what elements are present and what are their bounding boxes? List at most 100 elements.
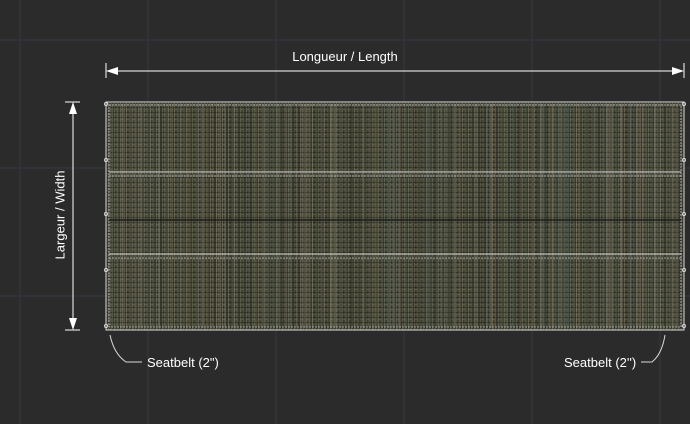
- fiber-streak: [476, 104, 478, 328]
- fiber-streak: [226, 104, 228, 328]
- fiber-streak: [138, 104, 140, 328]
- fiber-streak: [474, 104, 476, 328]
- seatbelt-leader-left: [109, 334, 142, 363]
- fiber-streak: [450, 104, 452, 328]
- fiber-streak: [584, 104, 585, 328]
- fiber-streak: [516, 104, 517, 328]
- fiber-streak: [526, 104, 527, 328]
- fiber-streak: [396, 104, 397, 328]
- fiber-streak: [164, 104, 165, 328]
- fiber-streak: [134, 104, 136, 328]
- fiber-streak: [464, 104, 465, 328]
- fiber-streak: [128, 104, 130, 328]
- fiber-streak: [308, 104, 310, 328]
- fiber-streak: [206, 104, 207, 328]
- fiber-streak: [172, 104, 173, 328]
- width-label: Largeur / Width: [52, 170, 68, 260]
- fiber-streak: [624, 104, 625, 328]
- fiber-streak: [544, 104, 545, 328]
- fiber-streak: [538, 104, 540, 328]
- fiber-streak: [174, 104, 175, 328]
- fiber-streak: [530, 104, 532, 328]
- fiber-streak: [430, 104, 432, 328]
- fiber-streak: [390, 104, 391, 328]
- fiber-streak: [170, 104, 171, 328]
- fiber-streak: [658, 104, 660, 328]
- fiber-streak: [184, 104, 185, 328]
- fiber-streak: [656, 104, 658, 328]
- fiber-streak: [192, 104, 193, 328]
- fiber-streak: [648, 104, 649, 328]
- fiber-streak: [366, 104, 367, 328]
- fiber-streak: [298, 104, 300, 328]
- fiber-streak: [600, 104, 601, 328]
- fiber-streak: [558, 104, 560, 328]
- fiber-streak: [644, 104, 645, 328]
- fiber-streak: [432, 104, 433, 328]
- fiber-streak: [276, 104, 278, 328]
- fiber-streak: [306, 104, 308, 328]
- fiber-streak: [332, 104, 333, 328]
- fiber-streak: [498, 104, 500, 328]
- seatbelt-label-right: Seatbelt (2''): [564, 355, 637, 370]
- length-arrow-right: [672, 67, 684, 75]
- diagram-canvas: Longueur / Length Largeur / Width Seatbe…: [0, 0, 690, 424]
- fiber-streak: [224, 104, 226, 328]
- fiber-streak: [406, 104, 407, 328]
- fiber-streak: [386, 104, 388, 328]
- fiber-streak: [416, 104, 417, 328]
- fiber-streak: [268, 104, 269, 328]
- fiber-streak: [650, 104, 651, 328]
- fiber-streak: [130, 104, 132, 328]
- fiber-streak: [254, 104, 255, 328]
- fiber-streak: [670, 104, 672, 328]
- fiber-streak: [566, 104, 567, 328]
- fiber-streak: [640, 104, 641, 328]
- fiber-streak: [420, 104, 421, 328]
- fiber-streak: [582, 104, 583, 328]
- fiber-streak: [654, 104, 656, 328]
- fiber-streak: [540, 104, 542, 328]
- fiber-streak: [578, 104, 580, 328]
- fiber-streak: [564, 104, 566, 328]
- fiber-streak: [460, 104, 461, 328]
- fiber-streak: [506, 104, 508, 328]
- fiber-streak: [344, 104, 346, 328]
- fiber-streak: [316, 104, 317, 328]
- fiber-streak: [246, 104, 247, 328]
- fiber-streak: [314, 104, 316, 328]
- fiber-streak: [604, 104, 605, 328]
- fiber-streak: [458, 104, 460, 328]
- fiber-streak: [672, 104, 674, 328]
- fiber-streak: [278, 104, 280, 328]
- fiber-streak: [452, 104, 454, 328]
- fiber-streak: [524, 104, 525, 328]
- fiber-streak: [182, 104, 184, 328]
- fiber-streak: [242, 104, 244, 328]
- fiber-streak: [500, 104, 502, 328]
- fiber-streak: [422, 104, 423, 328]
- fiber-streak: [518, 104, 520, 328]
- fiber-streak: [270, 104, 271, 328]
- fiber-streak: [522, 104, 523, 328]
- fiber-streak: [532, 104, 534, 328]
- fiber-streak: [186, 104, 188, 328]
- fiber-streak: [114, 104, 115, 328]
- fiber-streak: [234, 104, 235, 328]
- fiber-streak: [340, 104, 342, 328]
- fiber-streak: [148, 104, 150, 328]
- fiber-streak: [642, 104, 644, 328]
- fiber-streak: [228, 104, 229, 328]
- fiber-streak: [266, 104, 267, 328]
- fiber-streak: [514, 104, 515, 328]
- fiber-streak: [676, 104, 678, 328]
- fiber-streak: [472, 104, 473, 328]
- fiber-streak: [454, 104, 456, 328]
- fiber-streak: [230, 104, 232, 328]
- fiber-streak: [160, 104, 162, 328]
- fiber-streak: [568, 104, 569, 328]
- fiber-streak: [142, 104, 144, 328]
- fiber-streak: [504, 104, 506, 328]
- fiber-streak: [196, 104, 198, 328]
- fiber-streak: [304, 104, 306, 328]
